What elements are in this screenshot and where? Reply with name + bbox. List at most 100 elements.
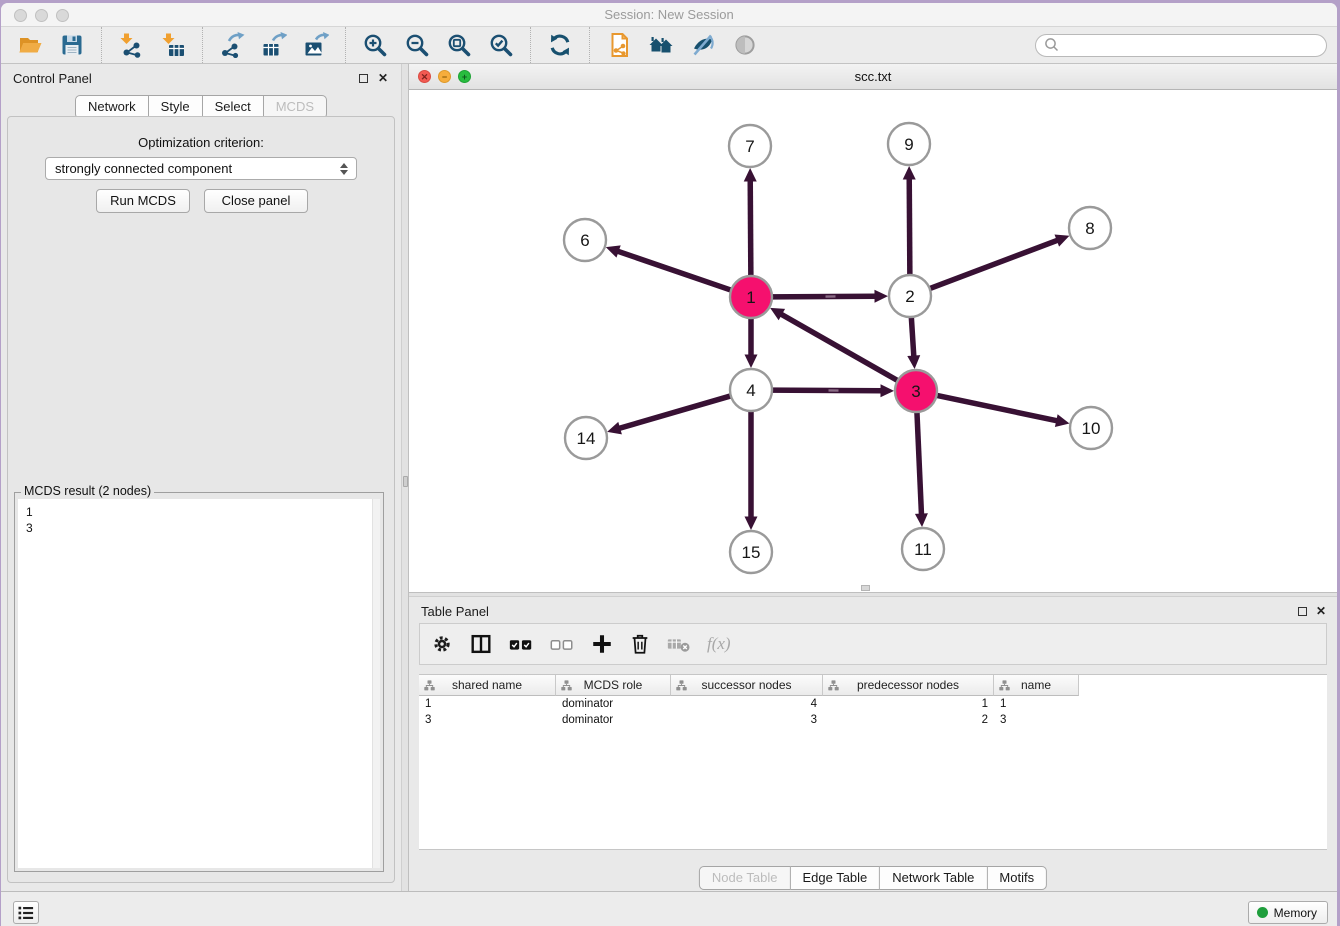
network-graph[interactable]: 7 9 6 8 1 2 4 3 14 10 15 11	[409, 90, 1337, 592]
graph-edge-3-10[interactable]	[935, 395, 1070, 427]
column-header-shared-name[interactable]: shared name	[419, 675, 556, 696]
graph-edge-4-14[interactable]	[607, 395, 733, 434]
cell-successor-nodes: 4	[671, 697, 823, 713]
tab-network-table[interactable]: Network Table	[880, 866, 987, 890]
mcds-tab-content: Optimization criterion: strongly connect…	[7, 116, 395, 883]
toolbar-separator	[345, 27, 346, 63]
table-body: 1dominator4113dominator323	[419, 697, 1327, 729]
graph-node-3[interactable]: 3	[895, 370, 937, 412]
graph-edge-1-6[interactable]	[606, 245, 733, 290]
node-table: shared nameMCDS rolesuccessor nodesprede…	[419, 674, 1327, 850]
graph-node-10[interactable]: 10	[1070, 407, 1112, 449]
title-bar: Session: New Session	[1, 3, 1337, 27]
task-history-button[interactable]	[13, 901, 39, 924]
hierarchy-icon	[999, 680, 1010, 691]
node-label: 7	[745, 137, 754, 156]
table-settings-icon[interactable]	[430, 632, 454, 656]
first-neighbors-icon[interactable]	[646, 30, 676, 60]
import-network-icon[interactable]	[116, 30, 146, 60]
graph-edge-3-11[interactable]	[915, 410, 928, 527]
table-row[interactable]: 1dominator411	[419, 697, 1327, 713]
graph-node-15[interactable]: 15	[730, 531, 772, 573]
export-image-icon[interactable]	[301, 30, 331, 60]
graph-node-6[interactable]: 6	[564, 219, 606, 261]
network-canvas[interactable]: 7 9 6 8 1 2 4 3 14 10 15 11	[409, 90, 1337, 592]
graph-edge-1-2[interactable]	[770, 290, 888, 303]
close-panel-icon[interactable]: ✕	[378, 71, 388, 85]
graph-edge-1-4[interactable]	[745, 316, 758, 368]
deselect-all-icon[interactable]	[549, 632, 575, 656]
canvas-divider-grip[interactable]	[861, 585, 870, 591]
main-toolbar	[1, 27, 1337, 64]
memory-button[interactable]: Memory	[1248, 901, 1328, 924]
zoom-selected-icon[interactable]	[486, 30, 516, 60]
result-scrollbar[interactable]	[372, 499, 380, 868]
cell-shared-name: 1	[419, 697, 556, 713]
cell-name: 1	[994, 697, 1079, 713]
select-all-icon[interactable]	[508, 632, 534, 656]
mcds-result-textarea[interactable]: 13	[18, 499, 380, 868]
save-session-icon[interactable]	[57, 30, 87, 60]
zoom-in-icon[interactable]	[360, 30, 390, 60]
hide-graphics-details-icon[interactable]	[688, 30, 718, 60]
column-header-MCDS-role[interactable]: MCDS role	[556, 675, 671, 696]
node-label: 10	[1082, 419, 1101, 438]
column-header-predecessor-nodes[interactable]: predecessor nodes	[823, 675, 994, 696]
node-label: 2	[905, 287, 914, 306]
search-input[interactable]	[1062, 36, 1326, 54]
tab-motifs[interactable]: Motifs	[987, 866, 1047, 890]
graph-node-11[interactable]: 11	[902, 528, 944, 570]
add-column-icon[interactable]	[590, 632, 614, 656]
zoom-fit-icon[interactable]	[444, 30, 474, 60]
panel-divider-vertical[interactable]	[401, 64, 409, 891]
tab-node-table[interactable]: Node Table	[699, 866, 791, 890]
hierarchy-icon	[424, 680, 435, 691]
zoom-out-icon[interactable]	[402, 30, 432, 60]
float-panel-icon[interactable]	[359, 74, 368, 83]
graph-edge-4-15[interactable]	[745, 409, 758, 530]
table-row[interactable]: 3dominator323	[419, 713, 1327, 729]
clone-network-icon[interactable]	[604, 30, 634, 60]
graph-edge-3-1[interactable]	[770, 308, 899, 382]
search-icon	[1042, 35, 1062, 55]
network-window-title: scc.txt	[409, 69, 1337, 84]
float-table-panel-icon[interactable]	[1298, 607, 1307, 616]
graph-node-14[interactable]: 14	[565, 417, 607, 459]
divider-grip[interactable]	[403, 476, 408, 487]
graph-node-7[interactable]: 7	[729, 125, 771, 167]
graph-edge-2-3[interactable]	[907, 315, 920, 369]
graph-edge-1-7[interactable]	[744, 168, 757, 278]
edge-label-mark	[828, 389, 838, 391]
import-table-icon[interactable]	[158, 30, 188, 60]
graph-node-1[interactable]: 1	[730, 276, 772, 318]
search-box[interactable]	[1035, 34, 1327, 57]
graph-node-9[interactable]: 9	[888, 123, 930, 165]
node-label: 4	[746, 381, 755, 400]
column-header-name[interactable]: name	[994, 675, 1079, 696]
graph-edge-2-9[interactable]	[903, 166, 916, 277]
task-list-icon	[16, 903, 36, 923]
graph-node-8[interactable]: 8	[1069, 207, 1111, 249]
graph-edge-2-8[interactable]	[928, 234, 1070, 289]
cell-predecessor-nodes: 1	[823, 697, 994, 713]
refresh-view-icon[interactable]	[545, 30, 575, 60]
close-panel-button[interactable]: Close panel	[204, 189, 308, 213]
graph-edge-4-3[interactable]	[770, 384, 894, 397]
network-window-titlebar[interactable]: ✕ − + scc.txt	[409, 64, 1337, 90]
column-header-successor-nodes[interactable]: successor nodes	[671, 675, 823, 696]
export-table-icon[interactable]	[259, 30, 289, 60]
split-view-icon[interactable]	[469, 632, 493, 656]
graph-node-2[interactable]: 2	[889, 275, 931, 317]
criterion-dropdown[interactable]: strongly connected component	[45, 157, 357, 180]
window-title: Session: New Session	[1, 7, 1337, 22]
export-network-icon[interactable]	[217, 30, 247, 60]
node-label: 11	[914, 540, 932, 559]
delete-column-icon[interactable]	[629, 632, 651, 656]
tab-edge-table[interactable]: Edge Table	[790, 866, 880, 890]
node-label: 3	[911, 382, 920, 401]
mcds-result-lines: 13	[18, 499, 380, 536]
close-table-panel-icon[interactable]: ✕	[1316, 604, 1326, 618]
graph-node-4[interactable]: 4	[730, 369, 772, 411]
open-file-icon[interactable]	[15, 30, 45, 60]
run-mcds-button[interactable]: Run MCDS	[96, 189, 190, 213]
